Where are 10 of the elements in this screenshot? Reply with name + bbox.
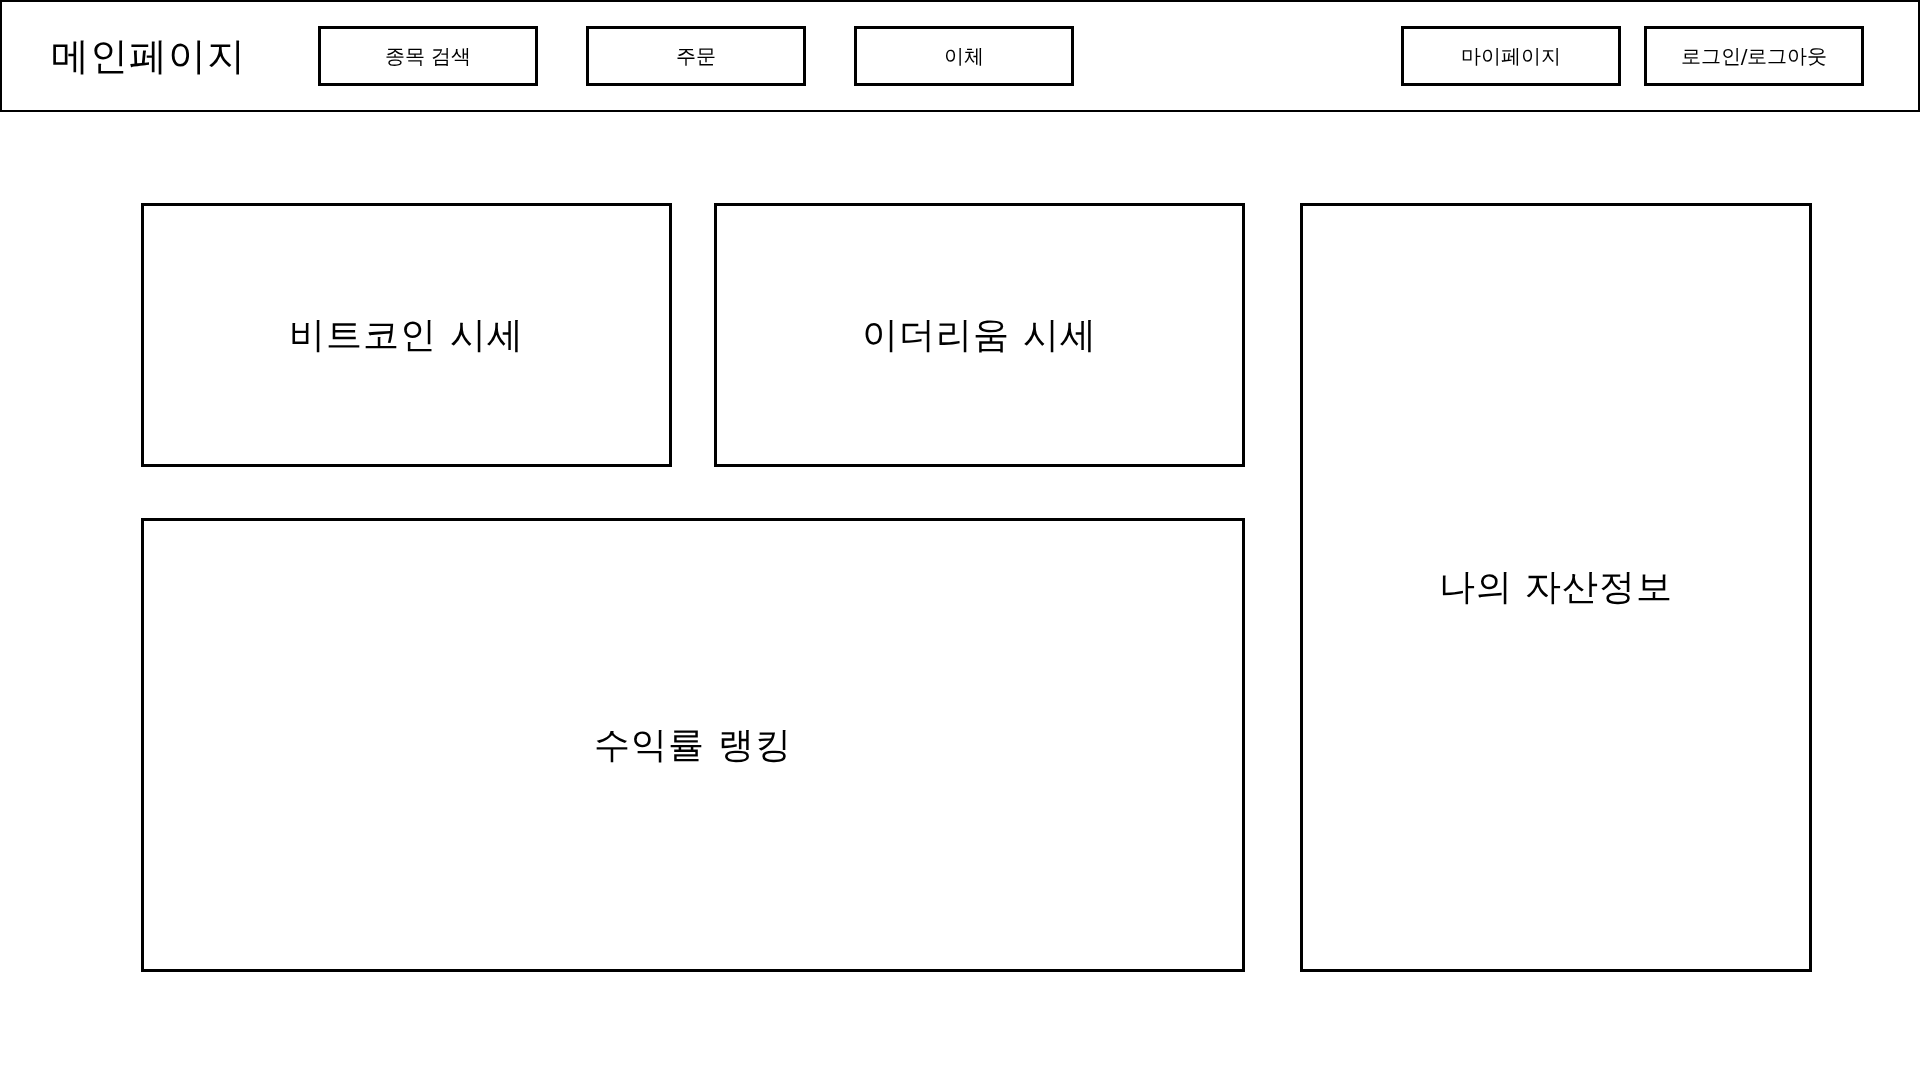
panel-title: 수익률 랭킹	[594, 722, 792, 767]
account-button[interactable]: 로그인/로그아웃	[1644, 26, 1864, 86]
nav-button[interactable]: 이체	[854, 26, 1074, 86]
nav-button[interactable]: 종목 검색	[318, 26, 538, 86]
account-button[interactable]: 마이페이지	[1401, 26, 1621, 86]
panel-title: 이더리움 시세	[862, 312, 1097, 357]
panel-title: 비트코인 시세	[289, 312, 524, 357]
panel-title: 나의 자산정보	[1438, 565, 1674, 609]
page-title: 메인페이지	[51, 33, 246, 78]
nav-button[interactable]: 주문	[586, 26, 806, 86]
